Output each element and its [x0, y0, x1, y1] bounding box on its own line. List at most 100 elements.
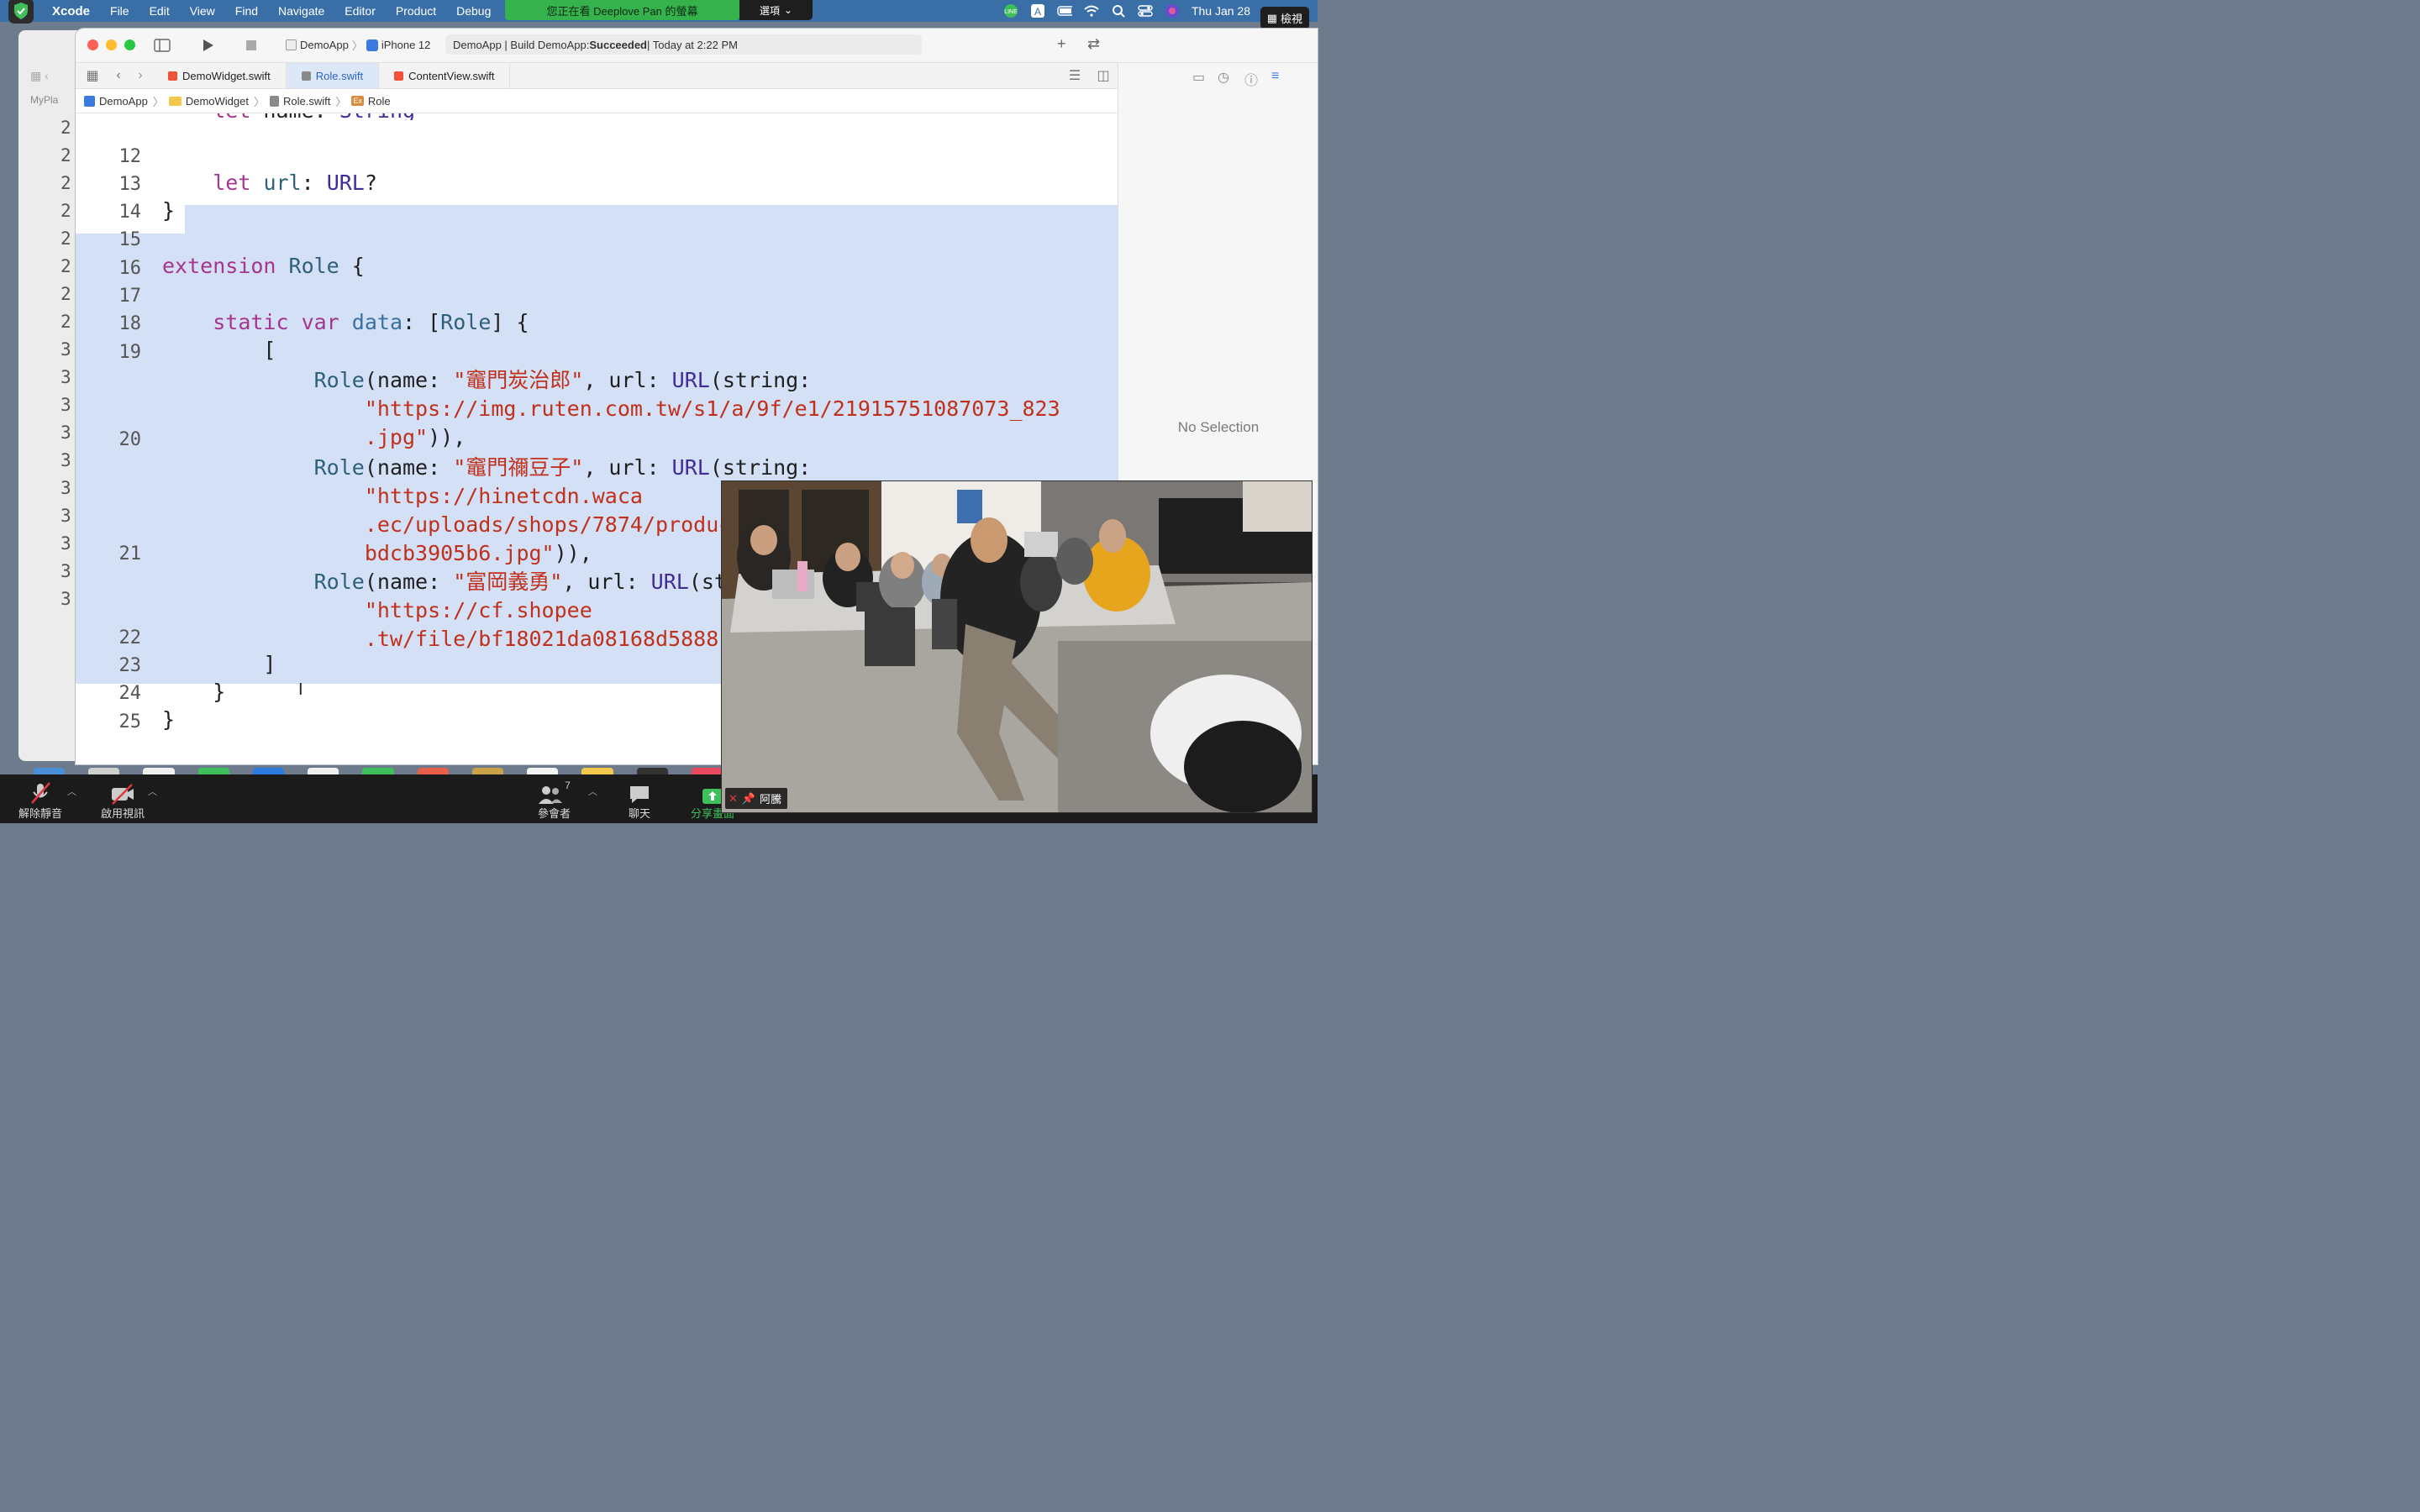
grid-icon: ▦: [1266, 11, 1277, 24]
activity-prefix: DemoApp | Build DemoApp:: [453, 38, 590, 51]
code-line-15: 15 extension Role {: [76, 205, 1118, 278]
muted-mic-icon: ✕: [729, 791, 738, 805]
dock-app-icon[interactable]: [362, 768, 394, 774]
dock-app-icon[interactable]: [527, 768, 559, 774]
participant-video[interactable]: ✕ 📌 阿騰: [721, 480, 1313, 813]
chevron-up-icon[interactable]: ︿: [588, 785, 597, 798]
history-icon[interactable]: ◷: [1218, 69, 1229, 86]
swift-file-icon: [394, 71, 404, 81]
app-target-icon: [286, 39, 297, 50]
scheme-name: DemoApp: [300, 39, 349, 51]
share-options-button[interactable]: 選項 ⌄: [739, 0, 813, 20]
menu-navigate[interactable]: Navigate: [268, 4, 334, 18]
background-line-numbers: 2 2 2 2 2 2 2 2 3 3 3 3 3 3 3 3 3 3: [60, 118, 71, 609]
breadcrumb-file-label: Role.swift: [282, 94, 331, 108]
code-line-11: let name: String: [76, 113, 1118, 120]
grid-icon: ▦ ‹: [30, 69, 49, 82]
menu-edit[interactable]: Edit: [139, 4, 180, 18]
breadcrumb-symbol[interactable]: Ex Role: [351, 95, 391, 108]
clock[interactable]: Thu Jan 28: [1192, 4, 1250, 18]
start-video-button[interactable]: 啟用視訊: [101, 780, 145, 821]
line-icon[interactable]: LINE: [1003, 3, 1018, 18]
dock-app-icon[interactable]: [143, 768, 175, 774]
dock-app-icon[interactable]: [581, 768, 613, 774]
spotlight-icon[interactable]: [1111, 3, 1126, 18]
tab-role-swift[interactable]: Role.swift: [286, 63, 380, 88]
input-source-icon[interactable]: A: [1030, 3, 1045, 18]
dock-app-icon[interactable]: [691, 768, 723, 774]
dock-app-icon[interactable]: [197, 768, 229, 774]
chevron-right-icon: 〉: [253, 95, 265, 108]
file-inspector-icon[interactable]: ▭: [1192, 69, 1205, 86]
chevron-down-icon: ⌄: [783, 4, 793, 16]
battery-icon[interactable]: [1057, 3, 1072, 18]
dock-app-icon[interactable]: [417, 768, 449, 774]
activity-suffix: | Today at 2:22 PM: [647, 38, 738, 51]
chat-button[interactable]: 聊天: [628, 780, 651, 821]
dock-app-icon[interactable]: [308, 768, 339, 774]
dock-app-icon[interactable]: [88, 768, 120, 774]
participants-button[interactable]: 7 參會者: [538, 780, 571, 821]
chat-bubble-icon: [628, 780, 651, 805]
back-arrow-icon[interactable]: ‹: [109, 68, 128, 83]
menu-app-xcode[interactable]: Xcode: [42, 4, 100, 18]
share-options-label: 選項: [759, 4, 780, 17]
menu-find[interactable]: Find: [225, 4, 268, 18]
participants-icon: 7: [538, 780, 571, 805]
navigator-toggle-icon[interactable]: [153, 37, 171, 54]
dock-app-icon[interactable]: [34, 768, 66, 774]
pin-icon: 📌: [741, 791, 756, 805]
forward-arrow-icon[interactable]: ›: [128, 68, 153, 83]
menu-editor[interactable]: Editor: [334, 4, 386, 18]
wifi-icon[interactable]: [1084, 3, 1099, 18]
participant-name-tag: ✕ 📌 阿騰: [725, 788, 788, 809]
help-icon[interactable]: ⓘ: [1244, 69, 1258, 89]
dock-app-icon[interactable]: [471, 768, 504, 774]
add-icon[interactable]: +: [1057, 35, 1066, 53]
control-center-icon[interactable]: [1138, 3, 1153, 18]
participant-count: 7: [565, 780, 571, 791]
breadcrumb-folder[interactable]: DemoWidget: [168, 95, 249, 108]
chevron-up-icon[interactable]: ︿: [67, 785, 76, 798]
dock: [34, 768, 723, 774]
tab-contentview-swift[interactable]: ContentView.swift: [379, 63, 511, 88]
scheme-selector[interactable]: DemoApp 〉 iPhone 12: [286, 37, 430, 53]
dock-app-icon[interactable]: [252, 768, 285, 774]
attributes-inspector-icon[interactable]: ≡: [1271, 69, 1279, 84]
stop-button[interactable]: [242, 37, 260, 54]
menu-product[interactable]: Product: [386, 4, 446, 18]
breadcrumb-project[interactable]: DemoApp: [84, 95, 148, 108]
zoom-shield-icon[interactable]: [8, 0, 34, 24]
svg-text:A: A: [1034, 6, 1041, 18]
menu-debug[interactable]: Debug: [446, 4, 501, 18]
folder-icon: [168, 96, 182, 106]
menu-view[interactable]: View: [180, 4, 225, 18]
code-line-18: 18 [: [76, 289, 1118, 362]
text-cursor-icon: I: [298, 680, 303, 699]
run-button[interactable]: [198, 37, 217, 54]
minimize-window-button[interactable]: [106, 39, 117, 50]
dock-app-icon[interactable]: [636, 768, 668, 774]
zoom-window-button[interactable]: [124, 39, 135, 50]
swift-file-icon: [301, 71, 311, 81]
xcode-project-icon: [84, 95, 95, 107]
breadcrumb-file[interactable]: Role.swift: [269, 94, 331, 108]
chevron-up-icon[interactable]: ︿: [148, 785, 157, 798]
close-window-button[interactable]: [87, 39, 98, 50]
related-items-icon[interactable]: ▦: [76, 63, 109, 88]
editor-options-icon[interactable]: ☰: [1060, 67, 1089, 84]
swap-arrows-icon[interactable]: ⇄: [1087, 35, 1100, 53]
unmute-button[interactable]: 解除靜音: [18, 780, 62, 821]
code-line-17: 17 static var data: [Role] {: [76, 261, 1118, 334]
swift-file-icon: [269, 95, 279, 107]
tab-demowidget-swift[interactable]: DemoWidget.swift: [153, 63, 287, 88]
menu-file[interactable]: File: [100, 4, 139, 18]
svg-text:LINE: LINE: [1004, 9, 1018, 15]
swift-file-icon: [168, 71, 177, 81]
chevron-right-icon: 〉: [351, 39, 363, 52]
split-editor-icon[interactable]: ◫: [1089, 67, 1118, 84]
view-button[interactable]: ▦ 檢視: [1260, 7, 1309, 29]
line-number: 21: [118, 543, 142, 564]
xcode-toolbar: DemoApp 〉 iPhone 12 DemoApp | Build Demo…: [76, 29, 1318, 63]
siri-icon[interactable]: [1165, 3, 1180, 18]
